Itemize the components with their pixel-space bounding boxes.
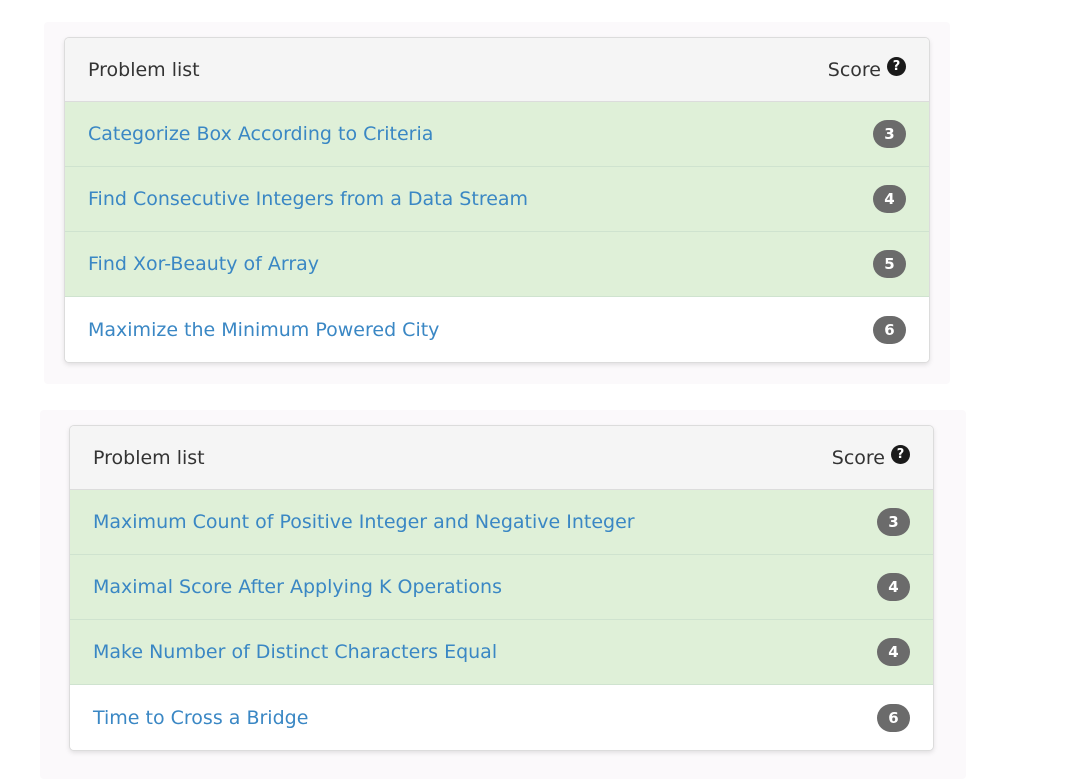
panel-header: Problem list Score ? (70, 426, 933, 490)
question-circle-icon[interactable]: ? (887, 57, 906, 76)
score-badge: 4 (877, 638, 910, 666)
score-badge: 4 (877, 573, 910, 601)
score-label: Score (831, 446, 885, 469)
problem-link[interactable]: Maximal Score After Applying K Operation… (93, 576, 502, 598)
score-label: Score (827, 58, 881, 81)
problem-list-panel-1: Problem list Score ? Categorize Box Acco… (64, 37, 930, 363)
problem-row: Categorize Box According to Criteria 3 (65, 102, 929, 167)
score-badge: 3 (873, 120, 906, 148)
problem-list-panel-2: Problem list Score ? Maximum Count of Po… (69, 425, 934, 751)
problem-row: Find Xor-Beauty of Array 5 (65, 232, 929, 297)
problem-row: Find Consecutive Integers from a Data St… (65, 167, 929, 232)
score-badge: 5 (873, 250, 906, 278)
problem-link[interactable]: Maximize the Minimum Powered City (88, 319, 439, 341)
question-circle-icon[interactable]: ? (891, 445, 910, 464)
score-badge: 3 (877, 508, 910, 536)
problem-link[interactable]: Make Number of Distinct Characters Equal (93, 641, 497, 663)
problem-link[interactable]: Find Xor-Beauty of Array (88, 253, 319, 275)
score-column-header: Score ? (831, 445, 910, 469)
problem-row: Make Number of Distinct Characters Equal… (70, 620, 933, 685)
problem-row: Time to Cross a Bridge 6 (70, 685, 933, 750)
panel-header: Problem list Score ? (65, 38, 929, 102)
problem-link[interactable]: Maximum Count of Positive Integer and Ne… (93, 511, 635, 533)
problem-link[interactable]: Find Consecutive Integers from a Data St… (88, 188, 528, 210)
score-badge: 4 (873, 185, 906, 213)
problem-row: Maximal Score After Applying K Operation… (70, 555, 933, 620)
panel-title: Problem list (88, 58, 200, 81)
problem-row: Maximize the Minimum Powered City 6 (65, 297, 929, 362)
score-badge: 6 (877, 703, 910, 732)
panel-title: Problem list (93, 446, 205, 469)
score-badge: 6 (873, 315, 906, 344)
score-column-header: Score ? (827, 57, 906, 81)
problem-row: Maximum Count of Positive Integer and Ne… (70, 490, 933, 555)
problem-link[interactable]: Categorize Box According to Criteria (88, 123, 433, 145)
problem-link[interactable]: Time to Cross a Bridge (93, 707, 308, 729)
